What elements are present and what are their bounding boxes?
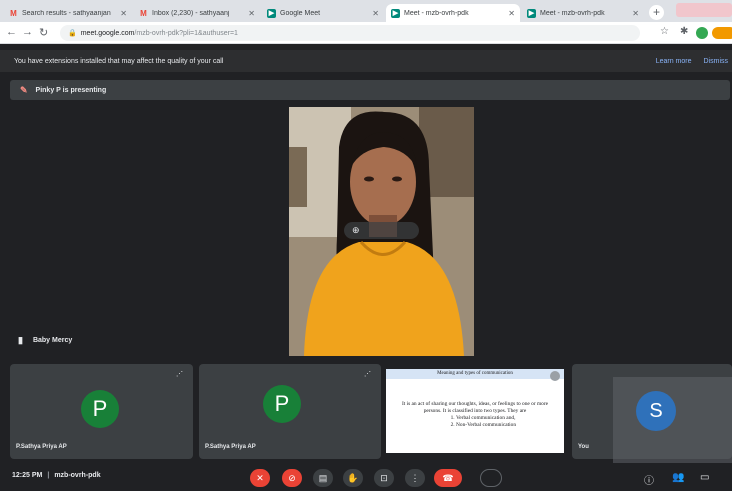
meet-icon: ▶ — [267, 8, 276, 18]
presenting-banner: ✎ Pinky P is presenting — [10, 80, 730, 100]
forward-icon[interactable]: → — [22, 26, 33, 38]
present-button[interactable]: ⊡ — [374, 469, 394, 487]
gmail-icon: M — [10, 8, 17, 18]
participant-name: P.Sathya Priya AP — [205, 444, 256, 450]
presentation-slide-tile[interactable]: Meaning and types of communication It is… — [386, 369, 564, 453]
separator: | — [47, 472, 50, 479]
url-host: meet.google.com — [80, 29, 135, 37]
meet-icon: ▶ — [391, 8, 400, 18]
slide-title: Meaning and types of communication — [386, 369, 564, 379]
hang-up-icon: ☎ — [442, 472, 454, 483]
video-overlay-controls[interactable]: ⊕ — [344, 222, 419, 239]
pin-icon[interactable]: ⊕ — [352, 225, 360, 236]
tab-inbox[interactable]: M Inbox (2,230) - sathyaanj ✕ — [134, 4, 260, 22]
slide-list: Verbal communication and, Non-Verbal com… — [386, 415, 564, 429]
close-icon[interactable]: ✕ — [372, 9, 379, 18]
avatar: S — [636, 391, 676, 431]
more-vert-icon: ⋮ — [410, 472, 420, 483]
people-icon[interactable]: 👥 — [672, 472, 684, 483]
camera-off-icon: ⊘ — [288, 472, 296, 483]
tab-label: Inbox (2,230) - sathyaanj — [152, 9, 230, 17]
url-path: /mzb-ovrh-pdk?pli=1&authuser=1 — [134, 29, 238, 37]
participant-tile[interactable]: P ⋰ P.Sathya Priya AP — [10, 364, 193, 459]
close-icon[interactable]: ✕ — [508, 9, 515, 18]
raise-hand-button[interactable]: ✋ — [343, 469, 363, 487]
slide-options-icon[interactable] — [550, 371, 560, 381]
gmail-icon: M — [140, 8, 147, 18]
microphone-off-button[interactable]: ✕ — [250, 469, 270, 487]
tab-google-meet[interactable]: ▶ Google Meet ✕ — [262, 4, 384, 22]
extensions-icon[interactable]: ✱ — [680, 26, 688, 37]
meeting-details: 12:25 PM | mzb-ovrh-pdk — [12, 472, 101, 479]
profile-avatar[interactable] — [696, 27, 708, 39]
slide-list-item: Non-Verbal communication — [456, 422, 564, 429]
slide-body: It is an act of sharing our thoughts, id… — [401, 401, 549, 414]
close-icon[interactable]: ✕ — [632, 9, 639, 18]
tab-label: Meet - mzb-ovrh-pdk — [540, 9, 605, 17]
more-options-icon[interactable]: ⋰ — [364, 370, 371, 378]
close-icon[interactable]: ✕ — [120, 9, 127, 18]
reload-icon[interactable]: ↻ — [39, 26, 48, 39]
new-tab-button[interactable]: + — [649, 5, 664, 20]
tab-label: Search results - sathyaanjan — [22, 9, 111, 17]
presenting-text: Pinky P is presenting — [35, 86, 107, 94]
participant-name: You — [578, 444, 589, 450]
tab-search-results[interactable]: M Search results - sathyaanjan ✕ — [4, 4, 132, 22]
browser-tab-bar: M Search results - sathyaanjan ✕ M Inbox… — [0, 0, 732, 22]
participant-name: P.Sathya Priya AP — [16, 444, 67, 450]
more-options-icon[interactable]: ⋰ — [176, 370, 183, 378]
tab-label: Meet - mzb-ovrh-pdk — [404, 9, 469, 17]
speaker-name: Baby Mercy — [32, 337, 73, 344]
captions-button[interactable]: ▤ — [313, 469, 333, 487]
tab-meet[interactable]: ▶ Meet - mzb-ovrh-pdk ✕ — [522, 4, 644, 22]
hand-icon: ✋ — [347, 472, 359, 483]
lock-icon: 🔒 — [68, 30, 77, 37]
window-controls[interactable] — [676, 3, 732, 17]
address-bar-row: ← → ↻ 🔒 meet.google.com/mzb-ovrh-pdk?pli… — [0, 22, 732, 44]
warning-links: Learn more Dismiss — [656, 50, 732, 72]
camera-off-button[interactable]: ⊘ — [282, 469, 302, 487]
info-icon[interactable]: ⓘ — [644, 472, 654, 487]
leave-call-button[interactable]: ☎ — [434, 469, 462, 487]
tab-meet-active[interactable]: ▶ Meet - mzb-ovrh-pdk ✕ — [386, 4, 520, 22]
meeting-code: mzb-ovrh-pdk — [54, 472, 101, 479]
warning-text: You have extensions installed that may a… — [14, 57, 224, 65]
bookmark-star-icon[interactable]: ☆ — [660, 26, 669, 37]
chat-icon[interactable]: ▭ — [700, 472, 709, 483]
back-icon[interactable]: ← — [6, 26, 17, 38]
participant-tile[interactable]: P ⋰ P.Sathya Priya AP — [199, 364, 381, 459]
more-options-button[interactable]: ⋮ — [405, 469, 425, 487]
avatar: P — [81, 390, 119, 428]
present-icon: ✎ — [20, 84, 28, 95]
extension-warning-bar: You have extensions installed that may a… — [0, 50, 732, 72]
activities-button[interactable] — [480, 469, 502, 487]
url-input[interactable]: 🔒 meet.google.com/mzb-ovrh-pdk?pli=1&aut… — [60, 25, 640, 41]
microphone-icon: ▮ — [18, 335, 23, 345]
meeting-time: 12:25 PM — [12, 472, 43, 479]
avatar: P — [263, 385, 301, 423]
tab-label: Google Meet — [280, 9, 321, 17]
captions-icon: ▤ — [318, 472, 328, 483]
slide-list-item: Verbal communication and, — [456, 415, 564, 422]
dismiss-link[interactable]: Dismiss — [704, 58, 729, 65]
speaker-label: ▮ Baby Mercy — [18, 335, 72, 346]
present-screen-icon: ⊡ — [380, 472, 388, 483]
update-badge[interactable] — [712, 27, 732, 39]
main-video: ⊕ — [289, 107, 474, 356]
close-icon[interactable]: ✕ — [248, 9, 255, 18]
mic-off-icon: ✕ — [256, 472, 264, 483]
meet-icon: ▶ — [527, 8, 536, 18]
meeting-control-bar: 12:25 PM | mzb-ovrh-pdk ✕ ⊘ ▤ ✋ ⊡ ⋮ ☎ ⓘ … — [0, 463, 732, 491]
learn-more-link[interactable]: Learn more — [656, 58, 692, 65]
